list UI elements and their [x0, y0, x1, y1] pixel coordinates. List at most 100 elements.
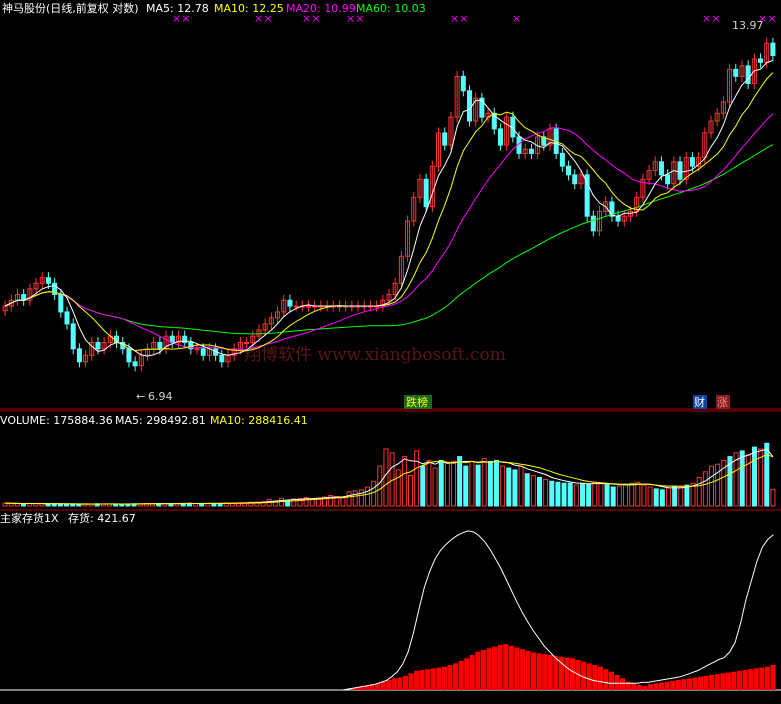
star-mark: ××: [450, 12, 468, 25]
volume-ma10-label: MA10: 288416.41: [210, 414, 308, 427]
inventory-bar: [436, 667, 442, 690]
volume-bar: [678, 486, 684, 507]
volume-bar: [365, 486, 370, 507]
inventory-bar: [414, 670, 420, 690]
volume-bar: [586, 483, 592, 507]
volume-bar: [358, 489, 364, 507]
ma20-line: [4, 113, 774, 351]
inventory-bar: [503, 644, 509, 690]
candle-body: [497, 128, 503, 146]
volume-bar: [463, 465, 469, 507]
volume-bar: [604, 483, 610, 507]
low-price-arrow: ←: [136, 390, 145, 403]
volume-bar: [561, 482, 567, 507]
star-mark: ×: [512, 12, 521, 25]
inventory-bar: [497, 645, 503, 690]
inventory-bar: [603, 669, 609, 690]
inventory-bar: [631, 683, 637, 690]
inventory-bar: [647, 684, 653, 690]
inventory-bar: [492, 646, 498, 690]
inventory-bar: [425, 669, 431, 690]
inventory-bar: [653, 683, 659, 690]
star-mark: ××: [172, 12, 190, 25]
inventory-bar: [397, 677, 403, 690]
inventory-bar: [525, 650, 531, 690]
volume-bar: [377, 465, 383, 507]
inventory-bar: [514, 647, 520, 690]
ma10-label: MA10: 12.25: [214, 2, 284, 15]
candle-body: [559, 152, 565, 167]
price-moving-averages: [4, 60, 774, 357]
volume-bar: [506, 467, 512, 507]
price-candles: [2, 37, 776, 372]
inventory-bar: [464, 658, 470, 690]
volume-bar: [346, 491, 352, 507]
inventory-bar: [720, 673, 726, 690]
candle-body: [58, 294, 64, 313]
volume-bar: [487, 460, 493, 507]
event-tag-cai[interactable]: 财: [694, 395, 705, 409]
volume-bar: [432, 467, 438, 507]
inventory-bar: [681, 679, 687, 690]
stock-chart-canvas[interactable]: 翔博软件 www.xiangbosoft.com 神马股份(日线,前复权 对数)…: [0, 0, 781, 704]
candle-body: [758, 58, 764, 63]
volume-bar: [444, 461, 450, 507]
candle-body: [460, 75, 466, 92]
candle-body: [677, 161, 683, 180]
volume-bar: [666, 487, 671, 507]
inventory-bar: [453, 663, 459, 690]
volume-bar: [623, 483, 628, 507]
volume-bar: [629, 482, 635, 507]
inventory-bar: [670, 680, 676, 690]
candle-body: [528, 148, 534, 154]
candle-body: [70, 323, 76, 350]
volume-bar: [438, 459, 444, 507]
inventory-bar: [380, 681, 386, 690]
candle-body: [566, 165, 572, 176]
candle-body: [95, 341, 101, 350]
inventory-bar: [731, 671, 737, 690]
inventory-bar: [569, 658, 576, 690]
ma60-label: MA60: 10.03: [356, 2, 426, 15]
volume-bar: [745, 454, 751, 507]
volume-bar: [684, 484, 690, 507]
volume-bar: [451, 460, 456, 507]
inventory-bar: [542, 654, 548, 690]
volume-bar: [647, 486, 653, 507]
volume-bar: [764, 442, 770, 507]
inventory-bar: [475, 651, 481, 690]
event-tag-dieBang[interactable]: 跌榜: [406, 395, 428, 409]
candle-body: [442, 132, 448, 146]
candle-body: [45, 277, 51, 284]
volume-label: VOLUME: 175884.36: [0, 414, 113, 427]
volume-bar: [543, 478, 549, 507]
volume-bar: [414, 450, 420, 507]
candle-body: [658, 161, 664, 176]
inventory-bar: [469, 655, 475, 690]
volume-bar: [408, 475, 413, 507]
volume-bar: [401, 456, 407, 507]
inventory-bar: [564, 657, 570, 690]
volume-bar: [672, 485, 678, 507]
high-price-label: 13.97: [732, 19, 764, 32]
candle-body: [572, 174, 578, 185]
candle-body: [293, 305, 299, 308]
candle-body: [615, 215, 621, 222]
volume-bar: [51, 503, 57, 507]
chart-title: 神马股份(日线,前复权 对数): [2, 1, 139, 15]
volume-bar: [702, 471, 708, 507]
candle-body: [200, 348, 206, 356]
event-tag-zhang[interactable]: 涨: [717, 396, 728, 409]
volume-bar: [21, 503, 26, 507]
inventory-bar: [391, 678, 397, 690]
volume-bar: [395, 469, 401, 507]
indicator-value: 存货: 421.67: [68, 511, 136, 525]
indicator-name: 主家存货1X: [0, 511, 59, 525]
volume-bar: [383, 448, 389, 507]
volume-bar: [57, 503, 63, 507]
inventory-bar: [441, 666, 447, 690]
inventory-bar: [419, 670, 425, 690]
star-mark: ××: [346, 12, 364, 25]
candle-body: [287, 299, 293, 307]
volume-bar: [420, 465, 426, 507]
